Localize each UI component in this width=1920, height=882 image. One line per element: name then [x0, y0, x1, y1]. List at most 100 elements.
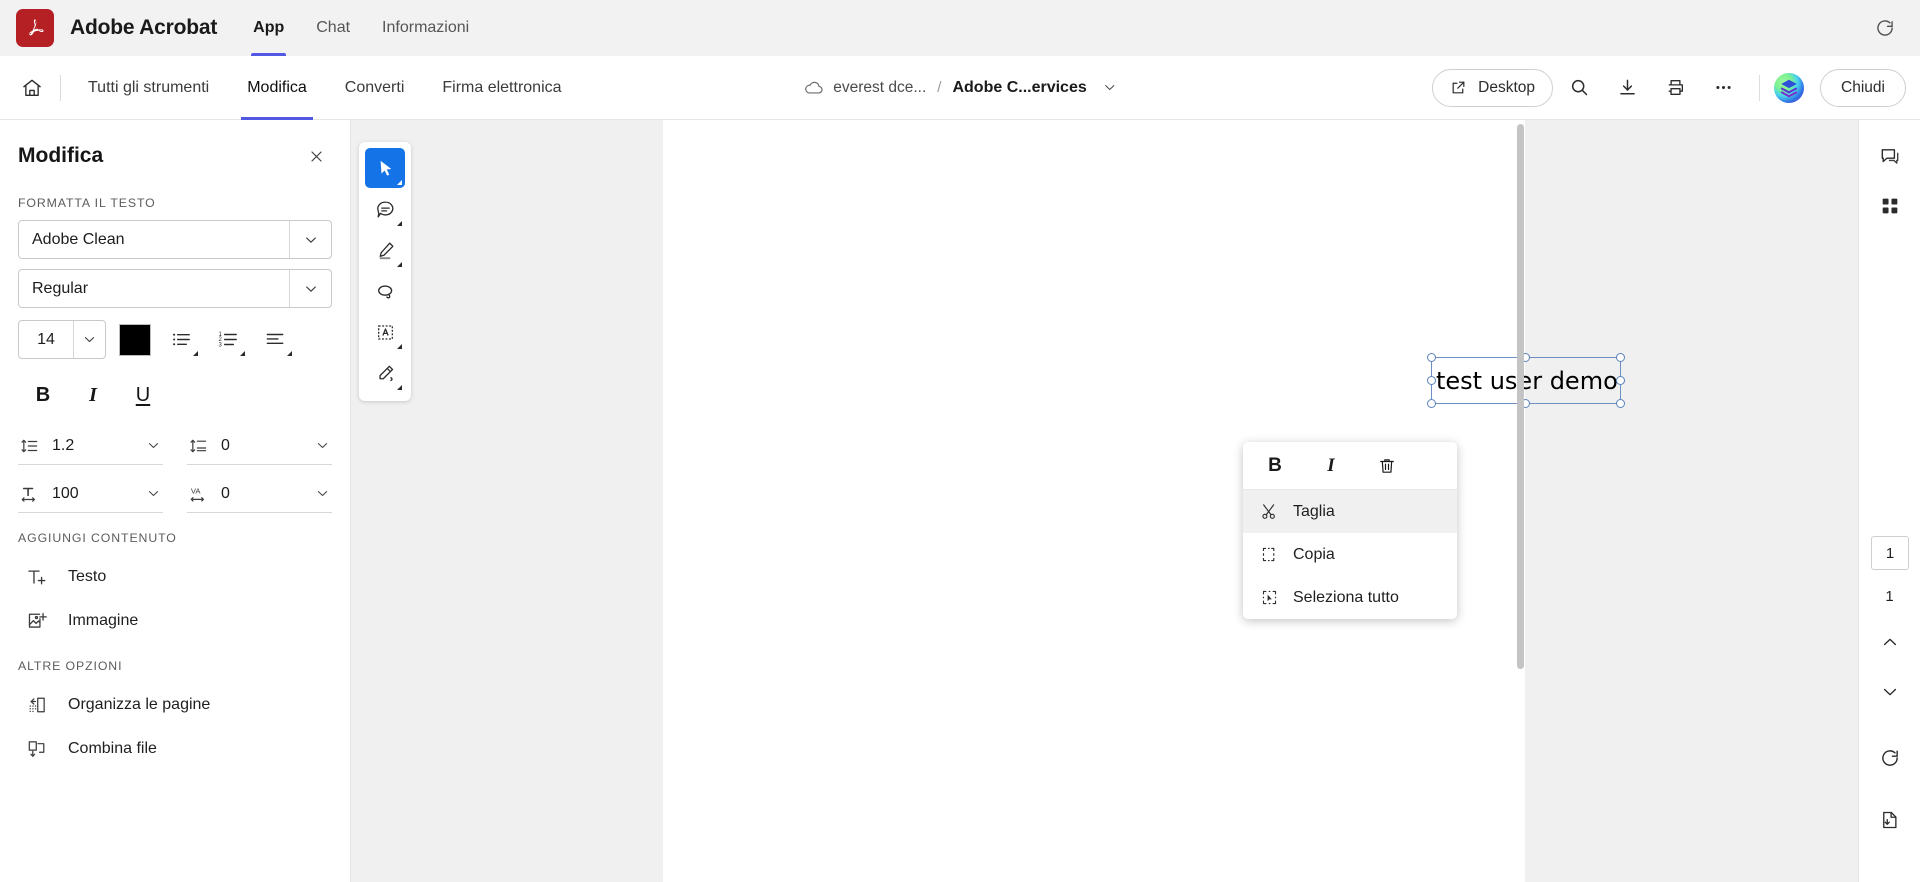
resize-handle-ne[interactable] — [1616, 353, 1625, 362]
chevron-down-icon[interactable] — [289, 270, 331, 307]
tab-firma-elettronica[interactable]: Firma elettronica — [423, 56, 580, 120]
resize-handle-w[interactable] — [1427, 375, 1436, 385]
title-bar: Adobe Acrobat App Chat Informazioni — [0, 0, 1920, 56]
copy-icon — [1259, 545, 1279, 564]
tab-tutti-gli-strumenti[interactable]: Tutti gli strumenti — [69, 56, 228, 120]
comment-tool[interactable] — [365, 189, 405, 229]
edit-panel: Modifica FORMATTA IL TESTO Adobe Clean R… — [0, 120, 351, 882]
select-all-icon — [1259, 588, 1279, 607]
context-menu-item-copia[interactable]: Copia — [1243, 533, 1457, 576]
text-select-tool[interactable] — [365, 312, 405, 352]
chevron-down-icon[interactable] — [289, 221, 331, 258]
breadcrumb-separator: / — [937, 79, 942, 96]
download-icon[interactable] — [1605, 66, 1649, 110]
lasso-tool[interactable] — [365, 271, 405, 311]
underline-button[interactable]: U — [118, 377, 168, 413]
font-size-value: 14 — [37, 330, 55, 348]
export-icon[interactable] — [1868, 798, 1912, 842]
rotate-icon[interactable] — [1868, 736, 1912, 780]
scrollbar-thumb[interactable] — [1517, 124, 1524, 669]
font-style-value: Regular — [32, 279, 89, 297]
select-tool[interactable] — [365, 148, 405, 188]
font-style-select[interactable]: Regular — [18, 269, 332, 308]
close-document-button[interactable]: Chiudi — [1820, 68, 1906, 107]
resize-handle-e[interactable] — [1616, 375, 1625, 385]
bold-button[interactable]: B — [18, 377, 68, 413]
letter-spacing-value: 0 — [221, 484, 230, 502]
tab-converti[interactable]: Converti — [326, 56, 424, 120]
page-number-input[interactable]: 1 — [1871, 536, 1909, 570]
line-spacing-field[interactable]: 1.2 — [18, 427, 163, 465]
refresh-icon[interactable] — [1868, 11, 1902, 45]
text-align-icon[interactable] — [258, 324, 292, 356]
title-tab-chat[interactable]: Chat — [300, 0, 366, 56]
comments-panel-icon[interactable] — [1868, 134, 1912, 178]
add-image-label: Immagine — [68, 612, 139, 629]
selected-textbox[interactable]: test user demo — [1427, 353, 1625, 408]
context-italic-button[interactable]: I — [1303, 444, 1359, 488]
chevron-down-icon[interactable] — [315, 486, 332, 501]
font-size-and-format-row: 14 123 — [18, 320, 332, 359]
breadcrumb-file[interactable]: Adobe C...ervices — [952, 79, 1086, 97]
chevron-down-icon[interactable] — [315, 438, 332, 453]
combine-files-item[interactable]: Combina file — [18, 727, 332, 771]
print-icon[interactable] — [1653, 66, 1697, 110]
title-tab-app[interactable]: App — [237, 0, 300, 56]
resize-handle-nw[interactable] — [1427, 353, 1436, 362]
tool-expand-indicator — [397, 344, 402, 349]
svg-text:3: 3 — [218, 342, 222, 348]
close-icon[interactable] — [302, 142, 330, 170]
draw-tool[interactable] — [365, 353, 405, 393]
numbered-list-icon[interactable]: 123 — [211, 324, 245, 356]
tab-modifica[interactable]: Modifica — [228, 56, 326, 120]
combine-files-icon — [24, 738, 50, 760]
more-options-icon[interactable] — [1701, 66, 1745, 110]
svg-text:VA: VA — [191, 486, 202, 495]
text-color-swatch[interactable] — [119, 323, 151, 356]
desktop-button[interactable]: Desktop — [1432, 68, 1554, 107]
font-family-value: Adobe Clean — [32, 230, 125, 248]
acrobat-logo-icon — [16, 9, 54, 47]
toolbar-divider — [60, 74, 61, 101]
font-size-select[interactable]: 14 — [18, 320, 106, 359]
chevron-down-icon[interactable] — [146, 486, 163, 501]
trash-icon[interactable] — [1359, 444, 1415, 488]
thumbnails-panel-icon[interactable] — [1868, 184, 1912, 228]
letter-spacing-field[interactable]: VA 0 — [187, 475, 332, 513]
title-tab-informazioni[interactable]: Informazioni — [366, 0, 485, 56]
page-up-icon[interactable] — [1868, 620, 1912, 664]
context-menu-item-taglia[interactable]: Taglia — [1243, 490, 1457, 533]
highlight-tool[interactable] — [365, 230, 405, 270]
document-scrollbar[interactable] — [1516, 120, 1525, 882]
resize-handle-sw[interactable] — [1427, 399, 1436, 408]
context-menu: B I Taglia Copia Seleziona tutto — [1243, 442, 1457, 619]
paragraph-spacing-field[interactable]: 0 — [187, 427, 332, 465]
chevron-down-icon[interactable] — [146, 438, 163, 453]
toolbar-right-divider — [1759, 74, 1761, 101]
context-bold-button[interactable]: B — [1247, 444, 1303, 488]
chevron-down-icon[interactable] — [73, 321, 105, 358]
add-text-item[interactable]: Testo — [18, 555, 332, 599]
resize-handle-se[interactable] — [1616, 399, 1625, 408]
home-icon[interactable] — [10, 66, 54, 110]
horizontal-scale-field[interactable]: 100 — [18, 475, 163, 513]
organize-pages-icon — [24, 694, 50, 716]
chevron-down-icon[interactable] — [1102, 80, 1117, 95]
font-family-select[interactable]: Adobe Clean — [18, 220, 332, 259]
context-menu-item-seleziona-tutto[interactable]: Seleziona tutto — [1243, 576, 1457, 619]
body-area: Modifica FORMATTA IL TESTO Adobe Clean R… — [0, 120, 1920, 882]
breadcrumb: everest dce... / Adobe C...ervices — [803, 77, 1117, 98]
add-image-item[interactable]: Immagine — [18, 599, 332, 643]
organize-pages-item[interactable]: Organizza le pagine — [18, 683, 332, 727]
cut-icon — [1259, 502, 1279, 521]
bulleted-list-icon[interactable] — [164, 324, 198, 356]
italic-button[interactable]: I — [68, 377, 118, 413]
tool-tab-group: Tutti gli strumenti Modifica Converti Fi… — [69, 56, 581, 120]
search-icon[interactable] — [1557, 66, 1601, 110]
avatar[interactable] — [1774, 72, 1805, 103]
add-content-label: AGGIUNGI CONTENUTO — [18, 531, 177, 545]
page-down-icon[interactable] — [1868, 670, 1912, 714]
add-text-icon — [24, 566, 50, 588]
document-page[interactable]: test user demo B I Taglia Copia Selezion… — [663, 120, 1625, 882]
breadcrumb-folder[interactable]: everest dce... — [833, 79, 926, 97]
